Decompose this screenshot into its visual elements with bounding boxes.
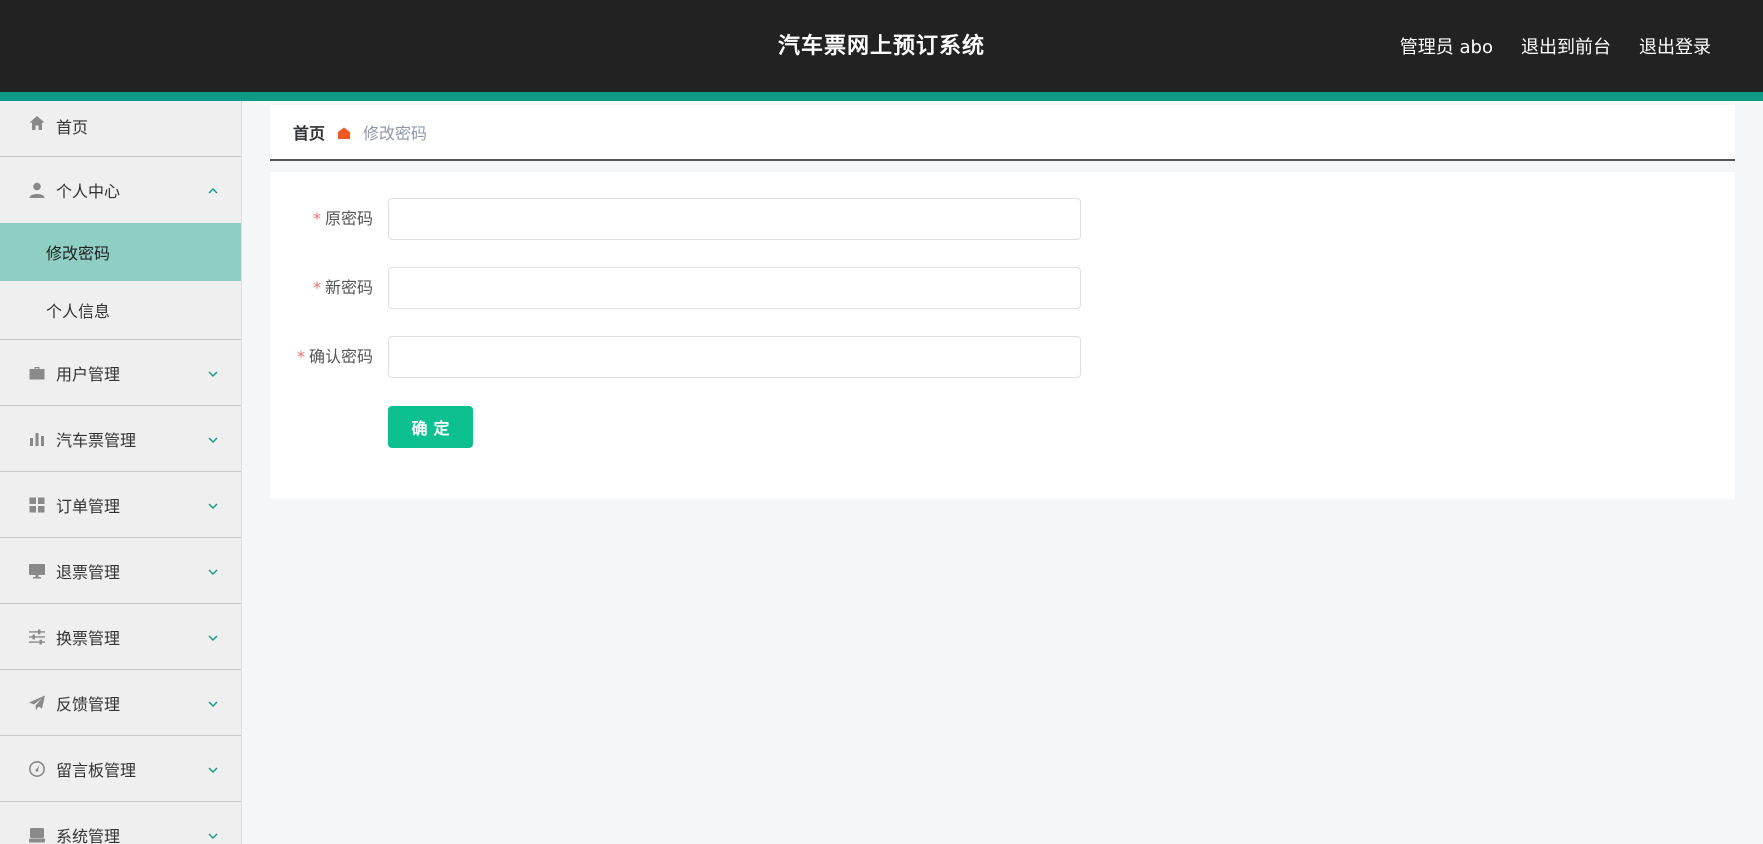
sidebar-item-exchange-management[interactable]: 换票管理 (0, 604, 241, 670)
new-password-input[interactable] (388, 267, 1081, 309)
personal-center-submenu: 修改密码 个人信息 (0, 223, 241, 340)
chevron-down-icon (207, 365, 219, 377)
chevron-down-icon (207, 695, 219, 707)
old-password-input[interactable] (388, 198, 1081, 240)
breadcrumb-home-link[interactable]: 首页 (293, 120, 325, 144)
sidebar-item-label: 个人中心 (56, 182, 121, 201)
user-icon (28, 181, 46, 199)
sidebar-item-ticket-management[interactable]: 汽车票管理 (0, 406, 241, 472)
sidebar-item-message-board-management[interactable]: 留言板管理 (0, 736, 241, 802)
main-content: 首页 修改密码 * 原密码 * 新密码 * 确认密码 确定 (270, 105, 1735, 499)
confirm-password-row: * 确认密码 (270, 336, 1270, 378)
chevron-down-icon (207, 563, 219, 575)
sidebar-item-user-management[interactable]: 用户管理 (0, 340, 241, 406)
sidebar-item-label: 订单管理 (56, 496, 121, 516)
chevron-down-icon (207, 629, 219, 641)
sidebar-item-label: 用户管理 (56, 364, 121, 384)
sidebar-item-order-management[interactable]: 订单管理 (0, 472, 241, 538)
gauge-icon (28, 760, 46, 778)
sidebar-item-label: 首页 (56, 118, 89, 137)
chevron-down-icon (207, 431, 219, 443)
sidebar-menu: 首页 个人中心 修改密码 个人信息 用户管理 汽车票管理 订单管理 退票管理 换… (0, 101, 242, 844)
sidebar-item-system-management[interactable]: 系统管理 (0, 802, 241, 844)
confirm-password-input[interactable] (388, 336, 1081, 378)
header-accent-bar (0, 92, 1763, 101)
new-password-label: * 新密码 (270, 267, 373, 309)
chevron-down-icon (207, 827, 219, 839)
sidebar-item-home[interactable]: 首页 (0, 101, 241, 157)
new-password-row: * 新密码 (270, 267, 1270, 309)
confirm-password-label: * 确认密码 (270, 336, 373, 378)
breadcrumb: 首页 修改密码 (270, 105, 1735, 161)
chevron-up-icon (207, 182, 219, 194)
breadcrumb-current: 修改密码 (363, 124, 428, 143)
home-icon (28, 114, 46, 132)
old-password-label: * 原密码 (270, 198, 373, 240)
sidebar-item-label: 反馈管理 (56, 694, 121, 714)
grid-icon (28, 496, 46, 514)
admin-user-label: 管理员 abo (1399, 37, 1493, 58)
sidebar-subitem-change-password[interactable]: 修改密码 (0, 223, 241, 281)
old-password-label-text: 原密码 (324, 209, 373, 228)
house-icon (337, 125, 351, 139)
exit-to-front-link[interactable]: 退出到前台 (1521, 33, 1611, 59)
sidebar-item-refund-management[interactable]: 退票管理 (0, 538, 241, 604)
sidebar-item-label: 换票管理 (56, 628, 121, 648)
sidebar-item-label: 留言板管理 (56, 760, 137, 780)
logout-link[interactable]: 退出登录 (1639, 33, 1711, 59)
sliders-icon (28, 628, 46, 646)
bar-chart-icon (28, 430, 46, 448)
sidebar-item-label: 汽车票管理 (56, 430, 137, 450)
sidebar-item-personal-center[interactable]: 个人中心 (0, 157, 241, 223)
confirm-password-label-text: 确认密码 (308, 347, 373, 366)
sidebar-item-label: 退票管理 (56, 562, 121, 582)
briefcase-icon (28, 364, 46, 382)
required-mark: * (296, 347, 305, 366)
header-links: 管理员 abo 退出到前台 退出登录 (1372, 0, 1711, 92)
drive-icon (28, 826, 46, 844)
change-password-form: * 原密码 * 新密码 * 确认密码 确定 (270, 172, 1735, 499)
paper-plane-icon (28, 694, 46, 712)
required-mark: * (312, 209, 321, 228)
monitor-icon (28, 562, 46, 580)
sidebar-subitem-personal-info[interactable]: 个人信息 (0, 281, 241, 339)
new-password-label-text: 新密码 (324, 278, 373, 297)
sidebar-item-label: 系统管理 (56, 826, 121, 844)
sidebar-item-feedback-management[interactable]: 反馈管理 (0, 670, 241, 736)
confirm-button[interactable]: 确定 (388, 406, 473, 448)
chevron-down-icon (207, 497, 219, 509)
old-password-row: * 原密码 (270, 198, 1270, 240)
chevron-down-icon (207, 761, 219, 773)
required-mark: * (312, 278, 321, 297)
